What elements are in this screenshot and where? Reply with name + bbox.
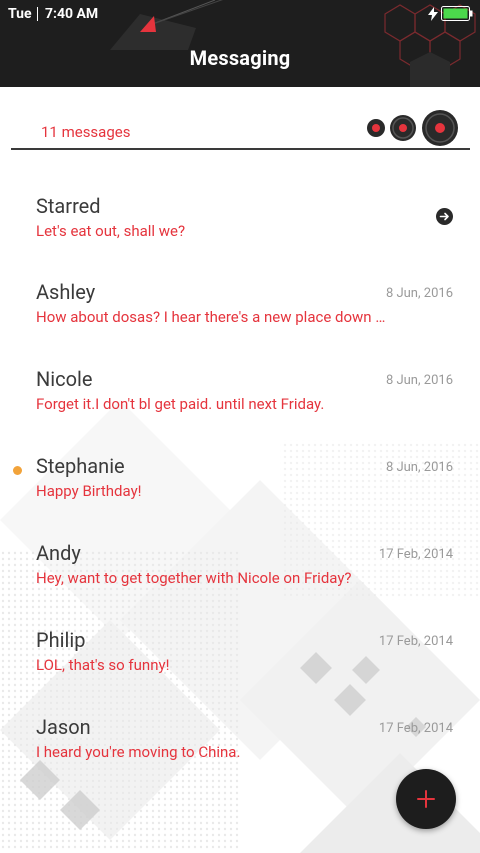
list-item[interactable]: Starred Let's eat out, shall we? [0,180,480,260]
message-preview: LOL, that's so funny! [36,656,170,674]
contact-name: Andy [36,541,81,565]
app-header: Tue 7:40 AM Messaging [0,0,480,87]
divider [11,148,470,150]
message-date: 8 Jun, 2016 [385,373,453,388]
status-divider [37,7,38,21]
charging-bolt-icon [428,7,438,21]
message-preview: Forget it.I don't bl get paid. until nex… [36,395,325,413]
arrow-right-icon[interactable] [436,208,453,225]
message-preview: Let's eat out, shall we? [36,222,186,240]
battery-icon [441,6,473,21]
contact-name: Stephanie [36,454,125,478]
contact-name: Ashley [36,280,96,304]
medium-view-icon[interactable] [390,115,416,141]
large-view-icon[interactable] [422,110,458,146]
message-preview: Hey, want to get together with Nicole on… [36,569,352,587]
status-bar: Tue 7:40 AM [0,0,480,28]
view-size-toggle[interactable] [366,110,460,148]
message-preview: I heard you're moving to China. [36,743,241,761]
status-day: Tue [8,6,32,22]
page-title: Messaging [189,46,291,70]
compose-button[interactable] [396,769,456,829]
list-item[interactable]: Philip 17 Feb, 2014 LOL, that's so funny… [0,614,480,694]
list-item[interactable]: Nicole 8 Jun, 2016 Forget it.I don't bl … [0,353,480,433]
contact-name: Starred [36,194,101,218]
contact-name: Nicole [36,367,93,391]
message-count: 11 messages [41,123,131,141]
message-preview: Happy Birthday! [36,482,142,500]
message-preview: How about dosas? I hear there's a new pl… [36,308,390,326]
contact-name: Jason [36,715,91,739]
plus-icon [417,790,435,808]
contact-name: Philip [36,628,86,652]
list-item[interactable]: Ashley 8 Jun, 2016 How about dosas? I he… [0,266,480,346]
message-date: 8 Jun, 2016 [385,460,453,475]
small-view-icon[interactable] [367,119,385,137]
list-item[interactable]: Andy 17 Feb, 2014 Hey, want to get toget… [0,527,480,607]
list-item[interactable]: Jason 17 Feb, 2014 I heard you're moving… [0,701,480,781]
message-date: 17 Feb, 2014 [378,721,453,736]
unread-indicator [13,466,22,475]
message-date: 17 Feb, 2014 [378,547,453,562]
status-time: 7:40 AM [45,6,99,22]
message-date: 17 Feb, 2014 [378,634,453,649]
list-item[interactable]: Stephanie 8 Jun, 2016 Happy Birthday! [0,440,480,520]
message-date: 8 Jun, 2016 [385,286,453,301]
